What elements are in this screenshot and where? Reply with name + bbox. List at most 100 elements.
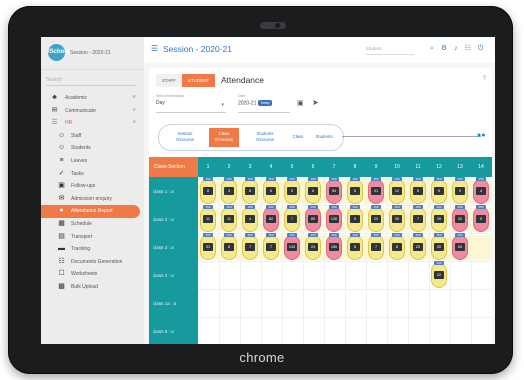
today-badge[interactable]: Today: [258, 100, 272, 106]
sidebar-item-worksheets[interactable]: ☐ Worksheets: [41, 268, 144, 281]
attendance-cell[interactable]: 150 7: [282, 205, 302, 235]
attendance-cell[interactable]: 150 7: [261, 233, 281, 263]
sidebar-item-tasks[interactable]: ✓ Tasks: [41, 168, 144, 181]
attendance-cell[interactable]: 150 11: [219, 205, 239, 235]
chevron-icon[interactable]: ˄: [132, 117, 136, 130]
attendance-cell[interactable]: 150 54: [324, 177, 344, 207]
date-field[interactable]: Date 2020-21 Today: [238, 94, 290, 113]
toggle-dots-icon[interactable]: ●●: [477, 132, 485, 139]
settings-icon[interactable]: ⚙: [441, 45, 447, 52]
attendance-cell[interactable]: 150 9: [429, 177, 449, 207]
total-badge: 150: [413, 177, 423, 181]
sidebar-item-follow-ups[interactable]: ▣ Follow-ups: [41, 180, 144, 193]
sidebar-item-label: Schedule: [71, 220, 92, 227]
attendance-cell[interactable]: 150 24: [303, 233, 323, 263]
sidebar-item-admission-enquiry[interactable]: ✉ Admission enquiry: [41, 193, 144, 206]
attendance-cell[interactable]: 150 9: [471, 205, 491, 235]
grid-body: 150 8 150 3 150 8 150 6 150 5 150 6 150 54 150 6 150 41 15…: [198, 177, 492, 344]
sidebar-item-leaves[interactable]: ≡ Leaves: [41, 155, 144, 168]
attendance-cell[interactable]: 150 6: [261, 177, 281, 207]
attendance-cell[interactable]: 150 4: [240, 205, 260, 235]
attendance-cell[interactable]: 150 94: [450, 233, 470, 263]
attendance-cell[interactable]: 150 8: [198, 177, 218, 207]
sidebar-item-transport[interactable]: ▤ Transport: [41, 231, 144, 244]
attendance-cell[interactable]: 150 7: [408, 205, 428, 235]
attendance-cell[interactable]: 150 20: [408, 233, 428, 263]
calendar-icon[interactable]: ▣: [297, 99, 304, 107]
apps-icon[interactable]: ☷: [465, 45, 471, 52]
menu-icon[interactable]: ☰: [151, 45, 158, 53]
attendance-cell[interactable]: 150 20: [429, 233, 449, 263]
attendance-cell[interactable]: 150 20: [450, 205, 470, 235]
attendance-cell[interactable]: 150 89: [303, 205, 323, 235]
attendance-cell[interactable]: 150 41: [366, 177, 386, 207]
sidebar-item-label: Leaves: [71, 157, 88, 164]
attendance-cell[interactable]: 150 31: [198, 233, 218, 263]
attendance-cell[interactable]: 150 30: [387, 205, 407, 235]
staff-toggle-button[interactable]: STAFF: [156, 74, 182, 87]
sidebar-item-documents-generation[interactable]: ☷ Documents Generation: [41, 256, 144, 269]
attendance-cell[interactable]: 150 6: [345, 177, 365, 207]
attendance-cell[interactable]: 150 22: [429, 261, 449, 291]
sidebar-item-students[interactable]: ☺ Students: [41, 142, 144, 155]
student-select[interactable]: Student: [366, 46, 414, 55]
notification-icon[interactable]: ♪: [454, 45, 458, 52]
attendance-cell[interactable]: 150 39: [429, 205, 449, 235]
sidebar-search-input[interactable]: Search: [46, 75, 137, 86]
attendance-cell[interactable]: 150 7: [366, 233, 386, 263]
count-badge: 30: [392, 215, 402, 223]
sidebar-item-attendance-report[interactable]: ● Attendance Report: [41, 205, 140, 218]
chevron-icon[interactable]: ˅: [132, 105, 136, 118]
tab-institute-overview[interactable]: Institute Overview: [169, 128, 201, 147]
attendance-cell[interactable]: 150 130: [324, 205, 344, 235]
attendance-cell[interactable]: 150 12: [387, 177, 407, 207]
attendance-cell[interactable]: 150 8: [345, 233, 365, 263]
attendance-cell[interactable]: 150 9: [345, 205, 365, 235]
attendance-cell[interactable]: 150 7: [240, 233, 260, 263]
schedule-icon: ▦: [58, 219, 65, 227]
tab-students[interactable]: Students: [311, 128, 337, 147]
sidebar-item-schedule[interactable]: ▦ Schedule: [41, 218, 144, 231]
tab-students-overview[interactable]: Students Overview: [249, 128, 281, 147]
sidebar-item-tracking[interactable]: ▬ Tracking: [41, 243, 144, 256]
student-toggle-button[interactable]: STUDENT: [181, 74, 216, 87]
attendance-cell[interactable]: 150 11: [198, 205, 218, 235]
sidebar-item-label: Tracking: [71, 246, 90, 253]
help-icon[interactable]: ?: [483, 76, 486, 82]
date-value-wrap: 2020-21 Today: [238, 100, 290, 106]
attendance-cell[interactable]: 150 9: [450, 177, 470, 207]
followups-icon: ▣: [58, 182, 65, 190]
sidebar-item-hr[interactable]: ☰ HR ˄: [41, 117, 144, 130]
view-tabs: Institute Overview Class Overview Students Ov…: [158, 124, 344, 151]
column-header: 6: [311, 164, 315, 170]
power-icon[interactable]: ⏻: [478, 45, 484, 52]
tasks-icon: ✓: [58, 169, 65, 177]
tab-class[interactable]: Class: [289, 128, 307, 147]
attendance-cell[interactable]: 150 5: [408, 177, 428, 207]
attendance-cell[interactable]: 150 4: [471, 177, 491, 207]
attendance-cell[interactable]: 150 150: [324, 233, 344, 263]
attendance-cell[interactable]: 150 8: [219, 233, 239, 263]
total-badge: 150: [266, 233, 276, 237]
search-icon[interactable]: ⌕: [430, 45, 434, 52]
tracking-icon: ▬: [58, 245, 65, 253]
sidebar-item-communicate[interactable]: ✉ Communicate ˅: [41, 105, 144, 118]
count-badge: 9: [350, 215, 360, 223]
attendance-type-select[interactable]: Select Attendance Day ▾: [156, 94, 226, 113]
attendance-cell[interactable]: 150 5: [282, 177, 302, 207]
attendance-cell[interactable]: 150 143: [282, 233, 302, 263]
attendance-cell[interactable]: 150 82: [261, 205, 281, 235]
tab-class-overview[interactable]: Class Overview: [209, 128, 239, 147]
sidebar-item-staff[interactable]: ☺ Staff: [41, 130, 144, 143]
sidebar-item-academic[interactable]: ♣ Academic ˅: [41, 92, 144, 105]
attendance-cell[interactable]: 150 3: [219, 177, 239, 207]
attendance-cell[interactable]: 150 20: [366, 205, 386, 235]
attendance-cell[interactable]: 150 6: [303, 177, 323, 207]
chevron-icon[interactable]: ˅: [132, 92, 136, 105]
tab-label: Class: [292, 134, 304, 139]
sidebar-item-bulk-upload[interactable]: ▩ Bulk Upload: [41, 281, 144, 294]
attendance-cell[interactable]: 150 8: [240, 177, 260, 207]
send-icon[interactable]: ➤: [312, 98, 319, 107]
total-badge: 150: [245, 233, 255, 237]
attendance-cell[interactable]: 150 8: [387, 233, 407, 263]
